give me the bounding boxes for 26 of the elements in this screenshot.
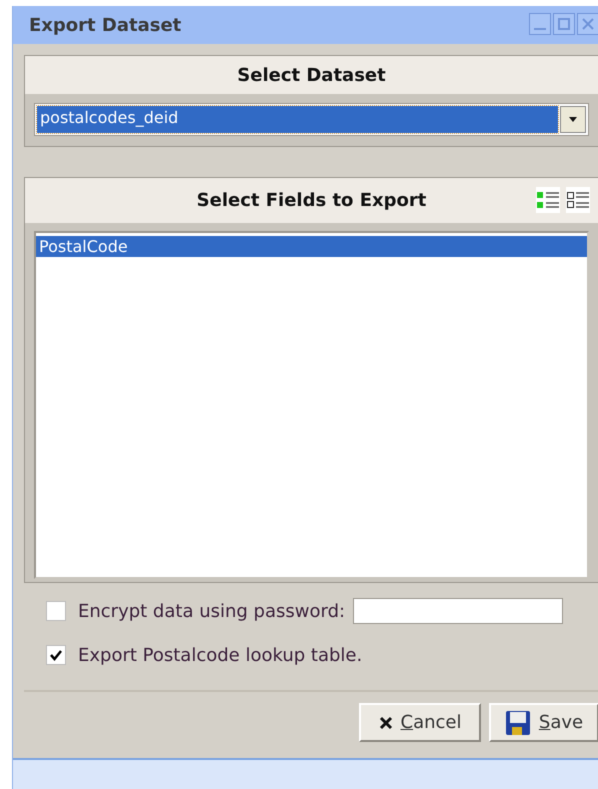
minimize-icon [534,28,546,30]
dataset-dropdown[interactable]: postalcodes_deid [34,103,589,136]
option-label: Encrypt data using password: [78,600,346,622]
maximize-button[interactable] [553,13,575,35]
select-all-button[interactable] [536,187,560,213]
option-label: Export Postalcode lookup table. [78,644,362,666]
minimize-button[interactable] [529,13,551,35]
maximize-icon [557,17,571,31]
checkbox[interactable] [46,645,66,665]
panel-title: Select Fields to Export [196,190,426,211]
close-icon [378,716,392,730]
window-title: Export Dataset [29,14,182,36]
checked-list-icon [537,190,559,210]
dropdown-button[interactable] [560,106,586,133]
save-button[interactable]: Save [489,703,598,742]
select-none-button[interactable] [566,187,590,213]
check-icon [50,650,62,660]
field-item[interactable]: PostalCode [36,236,587,257]
checkbox[interactable] [46,601,66,621]
unchecked-list-icon [567,190,589,210]
password-field[interactable] [353,598,564,624]
close-button[interactable] [577,13,598,35]
cancel-button[interactable]: Cancel [359,703,481,742]
caret-icon [569,117,577,122]
close-icon [581,17,595,31]
panel-title: Select Dataset [237,64,386,86]
